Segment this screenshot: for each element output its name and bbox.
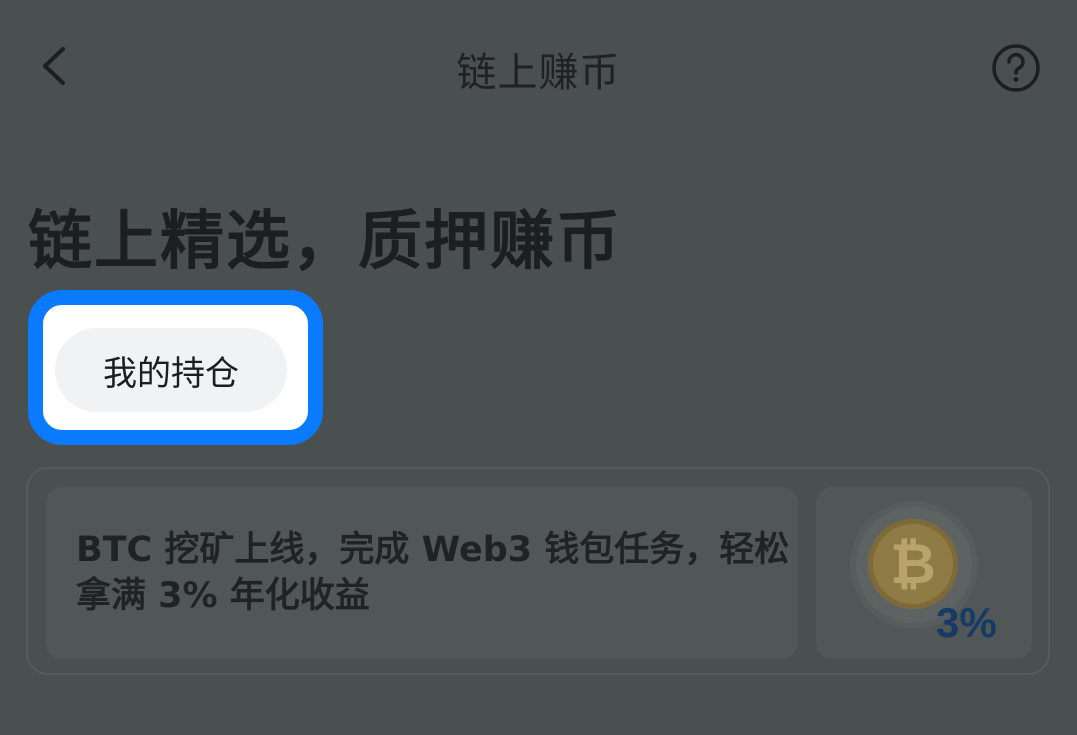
banner-text: BTC 挖矿上线，完成 Web3 钱包任务，轻松拿满 3% 年化收益 <box>76 530 790 616</box>
bitcoin-coin-icon: ₿ <box>868 519 958 609</box>
my-holdings-button[interactable]: 我的持仓 <box>55 328 287 412</box>
bitcoin-symbol: ₿ <box>890 532 936 597</box>
banner-image: ₿ 3% <box>816 487 1032 659</box>
help-button[interactable] <box>990 42 1042 94</box>
hero-heading: 链上精选，质押赚币 <box>28 205 622 279</box>
question-circle-icon <box>992 44 1040 92</box>
promo-banner[interactable]: BTC 挖矿上线，完成 Web3 钱包任务，轻松拿满 3% 年化收益 ₿ 3% <box>26 467 1050 675</box>
apr-badge: 3% <box>936 599 997 646</box>
top-nav-bar: 链上赚币 <box>0 0 1077 140</box>
banner-text-panel: BTC 挖矿上线，完成 Web3 钱包任务，轻松拿满 3% 年化收益 <box>46 487 798 659</box>
page-title: 链上赚币 <box>456 50 621 96</box>
